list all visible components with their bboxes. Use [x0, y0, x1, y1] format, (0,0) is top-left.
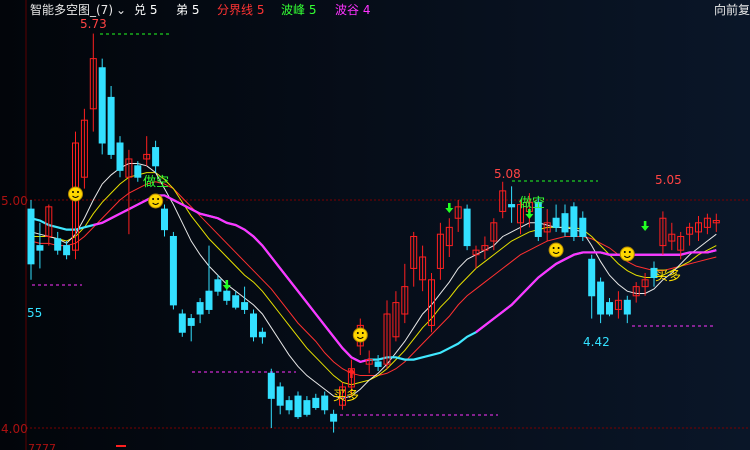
candle-down[interactable]	[552, 217, 560, 228]
smiley-icon	[68, 186, 83, 202]
indicator-header: 智能多空图_(7) ⌄ 兑 5 弟 5 分界线 5 波峰 5 波谷 4 向前复	[0, 0, 750, 20]
left-label: 55	[27, 306, 42, 320]
smiley-eye	[552, 247, 555, 249]
candle-down[interactable]	[161, 208, 168, 231]
candle-down[interactable]	[205, 290, 213, 310]
candle-down[interactable]	[152, 147, 160, 167]
candle-down[interactable]	[561, 213, 569, 233]
right-high-price-label: 5.05	[655, 173, 682, 187]
candle-down[interactable]	[54, 238, 62, 251]
long-signal-label: 买多	[655, 268, 681, 284]
candle-down[interactable]	[588, 258, 596, 297]
candle-down[interactable]	[214, 279, 222, 292]
candle-down[interactable]	[508, 204, 516, 208]
candle-down[interactable]	[267, 372, 275, 399]
candle-down[interactable]	[463, 208, 471, 247]
smiley-eye	[623, 251, 626, 253]
candle-down[interactable]	[579, 217, 587, 237]
chart-window: 5.00 4.00 55 7777 5.73 5.08 5.05 4.42 做空 做空 买多 买多 智…	[0, 0, 750, 450]
legend-dui: 兑 5	[134, 3, 158, 17]
smiley-eye	[72, 191, 74, 193]
candle-down[interactable]	[36, 245, 44, 251]
second-high-price-label: 5.08	[494, 167, 521, 181]
candle-down[interactable]	[134, 165, 142, 178]
chevron-down-icon[interactable]: ⌄	[116, 0, 126, 20]
candle-down[interactable]	[187, 318, 195, 326]
candle-down[interactable]	[98, 67, 106, 144]
candle-down[interactable]	[258, 331, 266, 338]
candle-down[interactable]	[321, 395, 329, 411]
smiley-eye	[157, 198, 160, 200]
candle-down[interactable]	[223, 290, 231, 301]
adjust-forward-button[interactable]: 向前复	[714, 0, 750, 20]
price-chart[interactable]: 5.004.005577775.735.08 5.054.42做空做空买多买多	[0, 0, 750, 450]
candle-down[interactable]	[330, 413, 338, 422]
candle-down[interactable]	[232, 295, 240, 308]
candle-down[interactable]	[570, 206, 578, 237]
smiley-icon	[619, 246, 635, 262]
candle-down[interactable]	[169, 235, 177, 306]
candle-down[interactable]	[116, 142, 124, 171]
candle-down[interactable]	[196, 302, 204, 315]
short-signal-label: 做空	[519, 196, 545, 211]
smiley-icon	[352, 327, 368, 343]
y-axis-label: 4.00	[1, 422, 28, 436]
smiley-eye	[152, 198, 155, 200]
smiley-eye	[361, 332, 364, 334]
long-signal-label: 买多	[333, 388, 359, 404]
smiley-eye	[628, 251, 631, 253]
candle-down[interactable]	[63, 245, 71, 256]
legend-wave-peak: 波峰 5	[281, 3, 317, 17]
legend-wave-trough: 波谷 4	[335, 3, 371, 17]
candle-down[interactable]	[294, 395, 302, 418]
smiley-icon	[548, 242, 564, 258]
bottom-left-fragment: 7777	[28, 442, 56, 450]
short-signal-label: 做空	[143, 175, 169, 190]
candle-down[interactable]	[107, 96, 115, 155]
candle-down[interactable]	[374, 361, 382, 367]
candle-down[interactable]	[623, 299, 631, 315]
candle-down[interactable]	[250, 313, 257, 338]
candle-down[interactable]	[178, 313, 186, 333]
smiley-icon	[148, 193, 164, 209]
candle-down[interactable]	[27, 208, 35, 265]
smiley-eye	[356, 332, 359, 334]
candle-down[interactable]	[312, 397, 320, 408]
candle-down[interactable]	[241, 302, 249, 310]
candle-down[interactable]	[597, 281, 605, 315]
low-price-label: 4.42	[583, 335, 610, 349]
y-axis-label: 5.00	[1, 194, 28, 208]
smiley-eye	[557, 247, 560, 249]
chart-background	[0, 0, 750, 450]
legend-di: 弟 5	[176, 3, 200, 17]
smiley-eye	[77, 191, 79, 193]
candle-down[interactable]	[276, 386, 284, 406]
legend-divider-line: 分界线 5	[217, 3, 265, 17]
candle-down[interactable]	[285, 400, 293, 411]
candle-down[interactable]	[606, 302, 613, 315]
indicator-title[interactable]: 智能多空图_(7)	[30, 0, 113, 20]
candle-down[interactable]	[303, 400, 311, 415]
